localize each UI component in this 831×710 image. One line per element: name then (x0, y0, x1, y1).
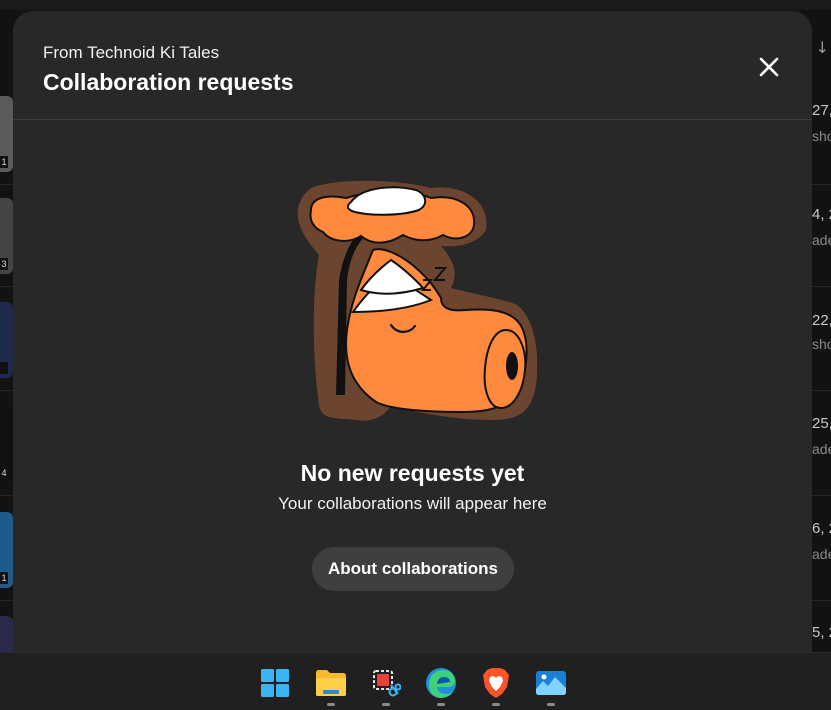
duration-badge: 4 (0, 467, 8, 479)
video-restriction: ade (812, 232, 831, 248)
video-thumbnail[interactable] (0, 302, 13, 378)
dialog-title: Collaboration requests (43, 69, 294, 95)
video-date: 5, 2 (812, 624, 831, 641)
taskbar (0, 652, 831, 710)
snipping-tool-icon (373, 670, 401, 697)
collaboration-requests-dialog: From Technoid Ki Tales Collaboration req… (13, 11, 812, 671)
running-indicator (492, 703, 500, 706)
video-restriction: sho (812, 128, 831, 144)
edge-browser-button[interactable] (425, 667, 457, 699)
video-date: 27, (812, 102, 831, 119)
video-restriction: ade (812, 441, 831, 457)
snipping-tool-button[interactable] (370, 667, 402, 699)
file-explorer-button[interactable] (315, 667, 347, 699)
video-thumbnail[interactable]: 3 (0, 198, 13, 274)
running-indicator (547, 703, 555, 706)
file-explorer-icon (316, 670, 346, 696)
empty-state-subtitle: Your collaborations will appear here (278, 494, 547, 513)
video-date: 4, 2 (812, 206, 831, 223)
brave-browser-button[interactable] (480, 667, 512, 699)
sort-arrow-icon[interactable]: ↓ (816, 38, 829, 57)
about-collaborations-button[interactable]: About collaborations (312, 547, 514, 591)
photos-app-button[interactable] (535, 667, 567, 699)
video-restriction: sho (812, 336, 831, 352)
running-indicator (382, 703, 390, 706)
video-thumbnail[interactable]: 4 (0, 407, 13, 483)
duration-badge: 1 (0, 572, 8, 584)
duration-badge: 3 (0, 258, 8, 270)
video-thumbnail[interactable]: 1 (0, 96, 13, 172)
screen: ↓ 1 27, sho 3 4, 2 ade 22, sho 4 25, ade… (0, 0, 831, 710)
duration-badge: 1 (0, 156, 8, 168)
video-date: 22, (812, 312, 831, 329)
background-top-bar (0, 0, 831, 10)
edge-browser-icon (426, 668, 456, 698)
close-button[interactable] (749, 47, 789, 87)
video-restriction: ade (812, 546, 831, 562)
close-icon (759, 57, 779, 77)
windows-start-button[interactable] (259, 667, 291, 699)
channel-subtitle: From Technoid Ki Tales (43, 43, 220, 62)
sleeping-character-illustration (297, 180, 537, 421)
video-thumbnail[interactable]: 1 (0, 512, 13, 588)
duration-badge (0, 362, 8, 374)
running-indicator (437, 703, 445, 706)
video-date: 6, 2 (812, 520, 831, 537)
brave-browser-icon (483, 668, 509, 698)
dialog-header: From Technoid Ki Tales Collaboration req… (13, 11, 812, 120)
video-date: 25, (812, 415, 831, 432)
photos-app-icon (536, 671, 566, 695)
empty-state-title: No new requests yet (300, 460, 525, 486)
running-indicator (327, 703, 335, 706)
windows-start-icon (261, 669, 289, 697)
